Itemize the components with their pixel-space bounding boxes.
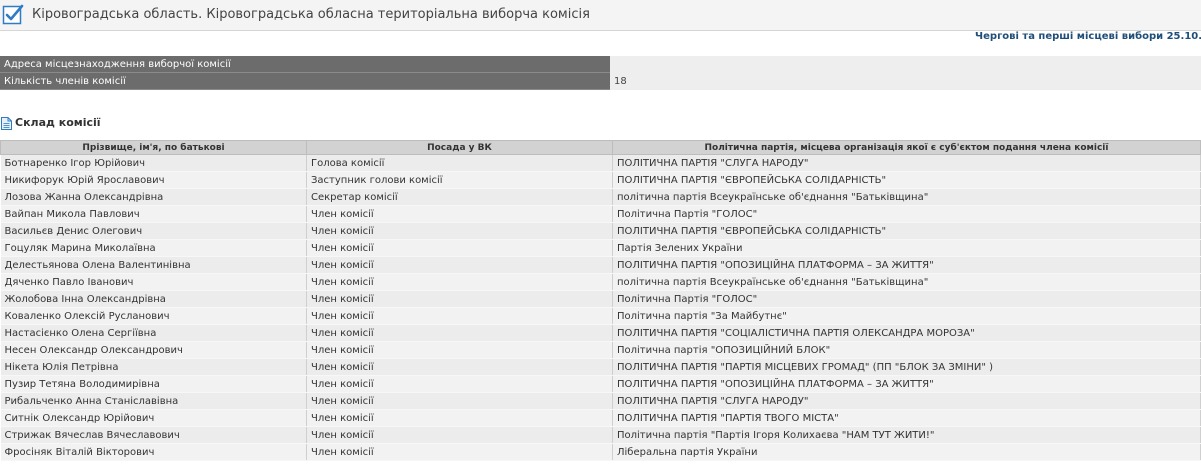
commission-info-table: Адреса місцезнаходження виборчої комісії… (0, 56, 1201, 90)
member-position: Член комісії (306, 307, 613, 325)
table-row: Васильєв Денис Олегович Член комісії ПОЛІТ… (0, 222, 1201, 240)
members-count-label: Кількість членів комісії (0, 72, 610, 90)
member-party: Політична Партія "ГОЛОС" (612, 290, 1201, 308)
member-position: Секретар комісії (306, 188, 613, 206)
member-name: Фросіняк Віталій Вікторович (0, 443, 307, 461)
election-link[interactable]: Чергові та перші місцеві вибори 25.10.2 (975, 31, 1201, 42)
member-position: Член комісії (306, 256, 613, 274)
page-title: Кіровоградська область. Кіровоградська о… (32, 7, 590, 22)
table-row: Делестьянова Олена Валентинівна Член комі… (0, 256, 1201, 274)
member-position: Член комісії (306, 290, 613, 308)
address-label: Адреса місцезнаходження виборчої комісії (0, 56, 610, 73)
member-party: ПОЛІТИЧНА ПАРТІЯ "ЄВРОПЕЙСЬКА СОЛІДАРНІС… (612, 171, 1201, 189)
member-position: Член комісії (306, 239, 613, 257)
table-row: Настасієнко Олена Сергіївна Член комісії П… (0, 324, 1201, 342)
member-position: Заступник голови комісії (306, 171, 613, 189)
members-table-header: Прізвище, ім'я, по батькові Посада у ВК … (0, 140, 1201, 155)
member-party: Політична партія "За Майбутнє" (612, 307, 1201, 325)
member-name: Стрижак Вячеслав Вячеславович (0, 426, 307, 444)
member-position: Член комісії (306, 273, 613, 291)
member-position: Член комісії (306, 205, 613, 223)
member-position: Член комісії (306, 392, 613, 410)
member-party: Політична Партія "ГОЛОС" (612, 205, 1201, 223)
table-row: Жолобова Інна Олександрівна Член комісії П… (0, 290, 1201, 308)
column-header-party: Політична партія, місцева організація як… (612, 140, 1201, 155)
table-row: Коваленко Олексій Русланович Член комісії… (0, 307, 1201, 325)
checkbox-checked-icon (2, 4, 24, 25)
table-row: Лозова Жанна Олександрівна Секретар коміс… (0, 188, 1201, 206)
members-table-body: Ботнаренко Ігор Юрійович Голова комісії ПО… (0, 154, 1201, 461)
member-name: Гоцуляк Марина Миколаївна (0, 239, 307, 257)
member-party: ПОЛІТИЧНА ПАРТІЯ "ЄВРОПЕЙСЬКА СОЛІДАРНІС… (612, 222, 1201, 240)
member-party: ПОЛІТИЧНА ПАРТІЯ "ПАРТІЯ МІСЦЕВИХ ГРОМАД… (612, 358, 1201, 376)
document-icon (1, 117, 12, 130)
member-party: ПОЛІТИЧНА ПАРТІЯ "ОПОЗИЦІЙНА ПЛАТФОРМА –… (612, 256, 1201, 274)
member-name: Несен Олександр Олександрович (0, 341, 307, 359)
member-name: Вайпан Микола Павлович (0, 205, 307, 223)
member-party: ПОЛІТИЧНА ПАРТІЯ "ОПОЗИЦІЙНА ПЛАТФОРМА –… (612, 375, 1201, 393)
table-row: Вайпан Микола Павлович Член комісії Політи… (0, 205, 1201, 223)
members-count-value: 18 (610, 72, 1201, 90)
member-position: Член комісії (306, 409, 613, 427)
member-position: Член комісії (306, 443, 613, 461)
page-header: Кіровоградська область. Кіровоградська о… (0, 0, 1201, 31)
address-value (610, 56, 1201, 73)
table-row: Фросіняк Віталій Вікторович Член комісії Л… (0, 443, 1201, 461)
member-position: Член комісії (306, 222, 613, 240)
member-party: Політична партія "Партія Ігоря Колихаєва… (612, 426, 1201, 444)
table-row: Никифорук Юрій Ярославович Заступник голо… (0, 171, 1201, 189)
table-row: Стрижак Вячеслав Вячеславович Член комісі… (0, 426, 1201, 444)
table-row: Ботнаренко Ігор Юрійович Голова комісії ПО… (0, 154, 1201, 172)
member-party: Партія Зелених України (612, 239, 1201, 257)
member-name: Лозова Жанна Олександрівна (0, 188, 307, 206)
table-row: Гоцуляк Марина Миколаївна Член комісії Пар… (0, 239, 1201, 257)
table-row: Несен Олександр Олександрович Член комісі… (0, 341, 1201, 359)
member-name: Делестьянова Олена Валентинівна (0, 256, 307, 274)
member-party: ПОЛІТИЧНА ПАРТІЯ "СЛУГА НАРОДУ" (612, 154, 1201, 172)
member-name: Рибальченко Анна Станіславівна (0, 392, 307, 410)
member-position: Член комісії (306, 324, 613, 342)
member-name: Васильєв Денис Олегович (0, 222, 307, 240)
member-name: Ситнік Олександр Юрійович (0, 409, 307, 427)
member-name: Пузир Тетяна Володимирівна (0, 375, 307, 393)
member-name: Настасієнко Олена Сергіївна (0, 324, 307, 342)
member-position: Член комісії (306, 426, 613, 444)
table-row: Пузир Тетяна Володимирівна Член комісії ПО… (0, 375, 1201, 393)
member-name: Нікета Юлія Петрівна (0, 358, 307, 376)
member-name: Дяченко Павло Іванович (0, 273, 307, 291)
info-row-address: Адреса місцезнаходження виборчої комісії (0, 56, 1201, 73)
member-party: ПОЛІТИЧНА ПАРТІЯ "СЛУГА НАРОДУ" (612, 392, 1201, 410)
info-row-members-count: Кількість членів комісії 18 (0, 72, 1201, 90)
member-name: Жолобова Інна Олександрівна (0, 290, 307, 308)
member-name: Ботнаренко Ігор Юрійович (0, 154, 307, 172)
member-party: ПОЛІТИЧНА ПАРТІЯ "ПАРТІЯ ТВОГО МІСТА" (612, 409, 1201, 427)
column-header-position: Посада у ВК (306, 140, 613, 155)
table-row: Рибальченко Анна Станіславівна Член коміс… (0, 392, 1201, 410)
column-header-name: Прізвище, ім'я, по батькові (0, 140, 307, 155)
member-party: Політична партія "ОПОЗИЦІЙНИЙ БЛОК" (612, 341, 1201, 359)
member-party: ПОЛІТИЧНА ПАРТІЯ "СОЦІАЛІСТИЧНА ПАРТІЯ О… (612, 324, 1201, 342)
members-table: Прізвище, ім'я, по батькові Посада у ВК … (0, 140, 1201, 461)
member-party: політична партія Всеукраїнське об'єднанн… (612, 188, 1201, 206)
member-position: Член комісії (306, 358, 613, 376)
member-name: Коваленко Олексій Русланович (0, 307, 307, 325)
table-row: Нікета Юлія Петрівна Член комісії ПОЛІТИЧН… (0, 358, 1201, 376)
table-row: Дяченко Павло Іванович Член комісії політи… (0, 273, 1201, 291)
member-position: Член комісії (306, 375, 613, 393)
member-name: Никифорук Юрій Ярославович (0, 171, 307, 189)
member-position: Член комісії (306, 341, 613, 359)
section-title: Склад комісії (15, 116, 101, 129)
table-row: Ситнік Олександр Юрійович Член комісії ПОЛ… (0, 409, 1201, 427)
member-position: Голова комісії (306, 154, 613, 172)
member-party: Ліберальна партія України (612, 443, 1201, 461)
member-party: політична партія Всеукраїнське об'єднанн… (612, 273, 1201, 291)
